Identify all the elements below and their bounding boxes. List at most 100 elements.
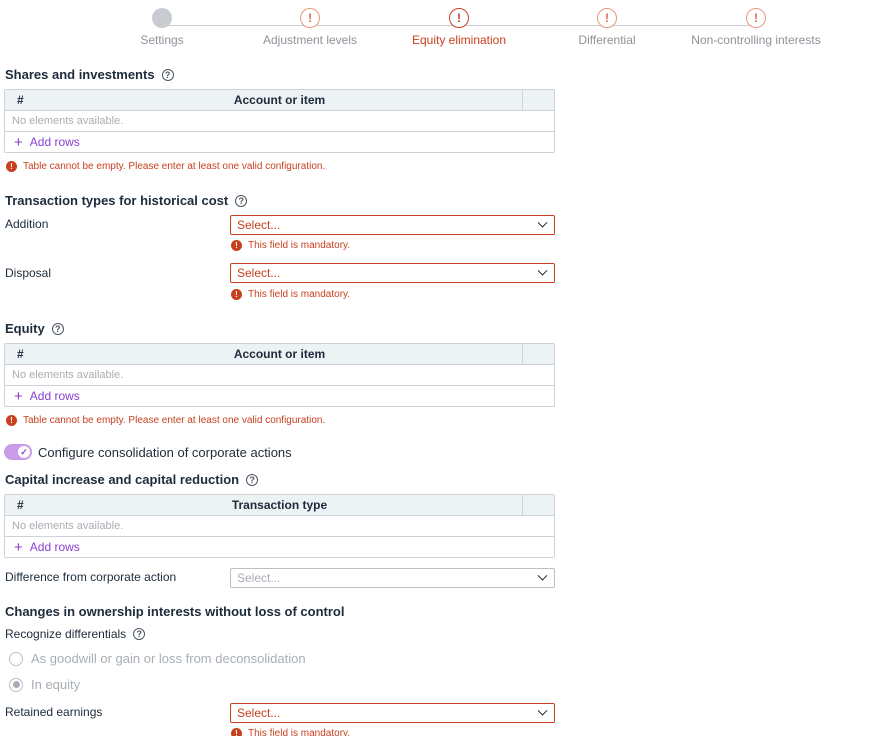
table-header: # Transaction type [5, 495, 554, 516]
help-icon[interactable]: ? [161, 68, 174, 81]
disposal-select[interactable]: Select... [230, 263, 555, 283]
add-rows-button[interactable]: + Add rows [5, 537, 554, 557]
shares-error: ! Table cannot be empty. Please enter at… [6, 161, 325, 172]
ownership-section-title: Changes in ownership interests without l… [5, 604, 344, 619]
plus-icon: + [14, 538, 23, 556]
retained-earnings-select[interactable]: Select... [230, 703, 555, 723]
capital-section-title: Capital increase and capital reduction ? [5, 472, 259, 487]
column-header-actions [523, 344, 554, 364]
radio-label: In equity [31, 677, 81, 692]
section-title-text: Equity [5, 321, 45, 336]
section-title-text: Transaction types for historical cost [5, 193, 229, 208]
column-header-number: # [17, 498, 24, 512]
step-differential[interactable]: ! Differential [527, 8, 687, 47]
radio-label: As goodwill or gain or loss from deconso… [31, 651, 306, 666]
select-placeholder: Select... [237, 266, 281, 280]
equity-error: ! Table cannot be empty. Please enter at… [6, 415, 325, 426]
add-rows-button[interactable]: + Add rows [5, 386, 554, 406]
select-placeholder: Select... [237, 218, 281, 232]
table-header: # Account or item [5, 90, 554, 111]
addition-error: ! This field is mandatory. [231, 240, 350, 251]
retained-earnings-label: Retained earnings [5, 705, 103, 719]
corporate-actions-toggle[interactable]: ✓ [4, 444, 32, 460]
column-header-transaction-type[interactable]: Transaction type [37, 495, 523, 515]
error-icon: ! [231, 289, 242, 300]
error-text: This field is mandatory. [248, 240, 351, 251]
error-icon: ! [6, 415, 17, 426]
error-icon: ! [449, 8, 469, 28]
wizard-stepper: Settings ! Adjustment levels ! Equity el… [0, 8, 875, 48]
column-header-number: # [17, 347, 24, 361]
add-rows-label: Add rows [29, 539, 80, 554]
step-equity-elimination[interactable]: ! Equity elimination [379, 8, 539, 47]
step-label: Non-controlling interests [691, 33, 821, 47]
radio-in-equity[interactable]: In equity [9, 677, 80, 692]
help-icon[interactable]: ? [235, 194, 248, 207]
step-label: Equity elimination [411, 33, 507, 47]
error-text: This field is mandatory. [248, 728, 351, 736]
chevron-down-icon [537, 217, 548, 228]
step-adjustment-levels[interactable]: ! Adjustment levels [230, 8, 390, 47]
radio-button[interactable] [9, 651, 23, 666]
add-rows-label: Add rows [29, 388, 80, 403]
capital-table: # Transaction type No elements available… [4, 494, 555, 558]
radio-button-selected[interactable] [9, 677, 23, 692]
add-rows-label: Add rows [29, 134, 80, 149]
help-icon[interactable]: ? [51, 322, 64, 335]
step-settings[interactable]: Settings [82, 8, 242, 47]
corporate-actions-toggle-label[interactable]: Configure consolidation of corporate act… [38, 445, 292, 460]
empty-table-message: No elements available. [5, 111, 554, 132]
plus-icon: + [14, 133, 23, 151]
disposal-label: Disposal [5, 266, 52, 280]
error-text: This field is mandatory. [248, 289, 351, 300]
shares-table: # Account or item No elements available.… [4, 89, 555, 153]
empty-table-message: No elements available. [5, 516, 554, 537]
addition-label: Addition [5, 217, 49, 231]
chevron-down-icon [537, 705, 548, 716]
error-icon: ! [231, 728, 242, 736]
select-placeholder: Select... [237, 571, 281, 585]
section-title-text: Shares and investments [5, 67, 155, 82]
step-label: Differential [578, 33, 636, 47]
radio-goodwill[interactable]: As goodwill or gain or loss from deconso… [9, 651, 306, 666]
step-label: Settings [140, 33, 184, 47]
column-header-actions [523, 90, 554, 110]
column-header-number: # [17, 93, 24, 107]
empty-table-message: No elements available. [5, 365, 554, 386]
select-placeholder: Select... [237, 706, 281, 720]
chevron-down-icon [537, 570, 548, 581]
section-title-text: Changes in ownership interests without l… [5, 604, 345, 619]
plus-icon: + [14, 387, 23, 405]
recognize-text: Recognize differentials [5, 627, 127, 641]
transaction-types-title: Transaction types for historical cost ? [5, 193, 248, 208]
difference-select[interactable]: Select... [230, 568, 555, 588]
chevron-down-icon [537, 265, 548, 276]
check-icon: ✓ [18, 446, 30, 458]
add-rows-button[interactable]: + Add rows [5, 132, 554, 152]
error-text: Table cannot be empty. Please enter at l… [23, 161, 326, 172]
section-title-text: Capital increase and capital reduction [5, 472, 240, 487]
error-icon: ! [6, 161, 17, 172]
step-label: Adjustment levels [262, 33, 358, 47]
addition-select[interactable]: Select... [230, 215, 555, 235]
error-text: Table cannot be empty. Please enter at l… [23, 415, 326, 426]
equity-table: # Account or item No elements available.… [4, 343, 555, 407]
retained-earnings-error: ! This field is mandatory. [231, 728, 350, 736]
disposal-error: ! This field is mandatory. [231, 289, 350, 300]
warning-icon: ! [597, 8, 617, 28]
radio-dot [12, 681, 20, 688]
step-non-controlling-interests[interactable]: ! Non-controlling interests [676, 8, 836, 47]
table-header: # Account or item [5, 344, 554, 365]
step-done-icon [152, 8, 172, 28]
difference-label: Difference from corporate action [5, 570, 177, 584]
warning-icon: ! [746, 8, 766, 28]
help-icon[interactable]: ? [133, 628, 146, 640]
recognize-differentials-label: Recognize differentials ? [5, 627, 146, 641]
warning-icon: ! [300, 8, 320, 28]
error-icon: ! [231, 240, 242, 251]
column-header-account[interactable]: Account or item [37, 344, 523, 364]
column-header-account[interactable]: Account or item [37, 90, 523, 110]
equity-section-title: Equity ? [5, 321, 64, 336]
help-icon[interactable]: ? [246, 473, 259, 486]
shares-section-title: Shares and investments ? [5, 67, 174, 82]
